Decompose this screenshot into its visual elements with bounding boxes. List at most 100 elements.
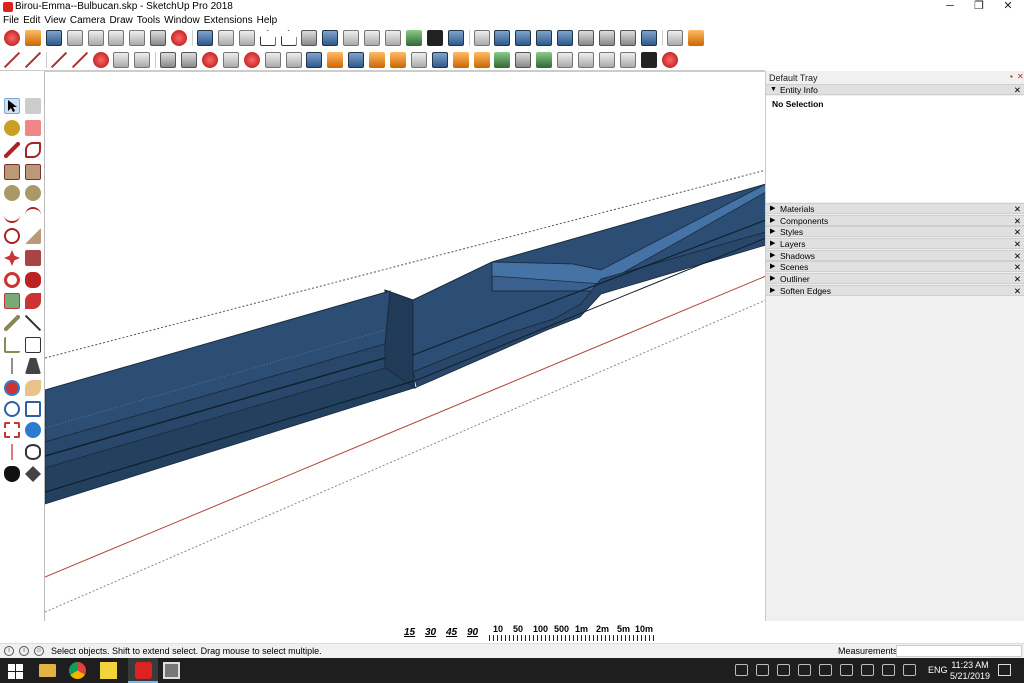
component-icon[interactable] bbox=[640, 30, 657, 46]
curve-icon[interactable] bbox=[431, 52, 448, 68]
restore-button[interactable]: ❐ bbox=[965, 0, 993, 14]
calculator-icon[interactable] bbox=[163, 662, 180, 679]
menu-draw[interactable]: Draw bbox=[108, 14, 135, 27]
shaded-icon[interactable] bbox=[405, 30, 422, 46]
pencil-line-icon[interactable] bbox=[50, 52, 67, 68]
angle-15-button[interactable]: 15 bbox=[404, 627, 415, 638]
right-view-icon[interactable] bbox=[515, 30, 532, 46]
protractor-icon[interactable] bbox=[4, 337, 20, 353]
user-account-icon[interactable]: ☺ bbox=[34, 646, 44, 656]
chrome-icon[interactable] bbox=[69, 662, 86, 679]
paste-icon[interactable] bbox=[108, 30, 125, 46]
panel-close-icon[interactable]: ✕ bbox=[1014, 274, 1021, 284]
axes-tool-icon[interactable] bbox=[4, 358, 20, 374]
guide-icon[interactable] bbox=[24, 52, 41, 68]
zoom-icon[interactable] bbox=[4, 401, 20, 417]
angle-30-button[interactable]: 30 bbox=[425, 627, 436, 638]
scale-10m-button[interactable]: 10m bbox=[635, 624, 653, 634]
top-view-icon[interactable] bbox=[494, 30, 511, 46]
report-icon[interactable] bbox=[515, 52, 532, 68]
arc-icon[interactable] bbox=[4, 207, 20, 223]
menu-camera[interactable]: Camera bbox=[69, 14, 109, 27]
volume-icon[interactable] bbox=[861, 664, 874, 676]
position-camera-icon[interactable] bbox=[4, 444, 20, 460]
back-edges-icon[interactable] bbox=[343, 30, 360, 46]
front-view-icon[interactable] bbox=[259, 30, 276, 46]
open-file-icon[interactable] bbox=[24, 30, 41, 46]
push-pull-icon[interactable] bbox=[25, 250, 41, 266]
pipe-icon[interactable] bbox=[390, 52, 407, 68]
pie-icon[interactable] bbox=[25, 228, 41, 244]
zoom-window-icon[interactable] bbox=[25, 401, 41, 417]
previous-view-icon[interactable] bbox=[25, 422, 41, 438]
copy-icon[interactable] bbox=[87, 30, 104, 46]
iso-view-icon[interactable] bbox=[301, 30, 318, 46]
dimension-tool-icon[interactable] bbox=[25, 315, 41, 331]
wifi-icon[interactable] bbox=[840, 664, 853, 676]
section-plane-icon[interactable] bbox=[578, 30, 595, 46]
circle-icon[interactable] bbox=[4, 185, 20, 201]
three-point-arc-icon[interactable] bbox=[4, 228, 20, 244]
move-icon[interactable] bbox=[4, 250, 20, 266]
flip-icon[interactable] bbox=[243, 52, 260, 68]
offset-icon[interactable] bbox=[25, 293, 41, 309]
pen-icon[interactable] bbox=[882, 664, 895, 676]
orbit-icon[interactable] bbox=[473, 30, 490, 46]
section-fill-icon[interactable] bbox=[598, 30, 615, 46]
point-icon[interactable] bbox=[92, 52, 109, 68]
panel-close-icon[interactable]: ✕ bbox=[1014, 204, 1021, 214]
panel-close-icon[interactable]: ✕ bbox=[1014, 286, 1021, 296]
dropbox-icon[interactable] bbox=[777, 664, 790, 676]
start-windows-icon[interactable] bbox=[7, 662, 24, 679]
axis-icon[interactable] bbox=[4, 52, 20, 68]
erase-icon[interactable] bbox=[129, 30, 146, 46]
zoom-extents-icon[interactable] bbox=[4, 422, 20, 438]
panel-close-icon[interactable]: ✕ bbox=[1014, 85, 1021, 95]
scale-10-button[interactable]: 10 bbox=[493, 624, 503, 634]
panel-materials[interactable]: ▶ Materials ✕ bbox=[766, 203, 1024, 214]
panel-styles[interactable]: ▶ Styles ✕ bbox=[766, 226, 1024, 237]
panel-close-icon[interactable]: ✕ bbox=[1014, 251, 1021, 261]
move-arrows-icon[interactable] bbox=[160, 52, 177, 68]
save-icon[interactable] bbox=[45, 30, 62, 46]
triangle-icon[interactable] bbox=[113, 52, 130, 68]
orbit-tool-icon[interactable] bbox=[4, 380, 20, 396]
eraser-icon[interactable] bbox=[25, 120, 41, 136]
ruler-icon[interactable] bbox=[264, 52, 281, 68]
dimension-icon[interactable] bbox=[285, 52, 302, 68]
menu-extensions[interactable]: Extensions bbox=[203, 14, 256, 27]
panel-shadows[interactable]: ▶ Shadows ✕ bbox=[766, 250, 1024, 261]
menu-help[interactable]: Help bbox=[256, 14, 281, 27]
getting-started-icon[interactable] bbox=[4, 30, 20, 46]
drawing-viewport[interactable] bbox=[44, 71, 765, 621]
show-hidden-icon[interactable] bbox=[735, 664, 748, 676]
look-around-icon[interactable] bbox=[25, 444, 41, 460]
battery-icon[interactable] bbox=[819, 664, 832, 676]
freehand-icon[interactable] bbox=[71, 52, 88, 68]
box-icon[interactable] bbox=[327, 52, 344, 68]
rotated-rectangle-icon[interactable] bbox=[25, 164, 41, 180]
menu-tools[interactable]: Tools bbox=[136, 14, 163, 27]
eye4-icon[interactable] bbox=[619, 52, 636, 68]
make-component-icon[interactable] bbox=[25, 98, 41, 114]
panel-layers[interactable]: ▶ Layers ✕ bbox=[766, 238, 1024, 249]
sketchup-taskbar-icon[interactable] bbox=[135, 662, 152, 679]
walk-tool-icon[interactable] bbox=[4, 466, 20, 482]
scale-500-button[interactable]: 500 bbox=[554, 624, 569, 634]
panel-close-icon[interactable]: ✕ bbox=[1014, 227, 1021, 237]
push-icon[interactable] bbox=[473, 52, 490, 68]
section-cut-icon[interactable] bbox=[619, 30, 636, 46]
panel-soften-edges[interactable]: ▶ Soften Edges ✕ bbox=[766, 285, 1024, 296]
panel-components[interactable]: ▶ Components ✕ bbox=[766, 215, 1024, 226]
eye2-icon[interactable] bbox=[578, 52, 595, 68]
extension-warehouse-icon[interactable] bbox=[687, 30, 704, 46]
panel-close-icon[interactable]: ✕ bbox=[1014, 239, 1021, 249]
mirror-icon[interactable] bbox=[222, 52, 239, 68]
tray-close-icon[interactable]: ✕ bbox=[1017, 72, 1024, 81]
walk-icon[interactable] bbox=[238, 30, 255, 46]
scale-tool-icon[interactable] bbox=[4, 293, 20, 309]
freehand-tool-icon[interactable] bbox=[25, 142, 41, 158]
rectangle-icon[interactable] bbox=[4, 164, 20, 180]
line-pencil-icon[interactable] bbox=[4, 142, 20, 158]
3d-text-icon[interactable] bbox=[25, 358, 41, 374]
